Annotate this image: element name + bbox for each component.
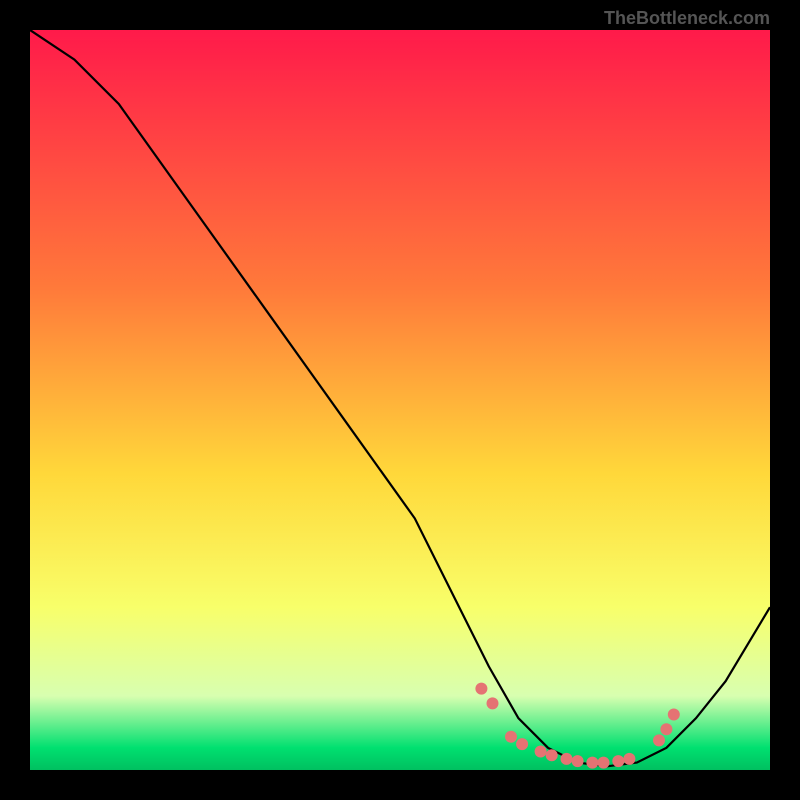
data-dot	[475, 683, 487, 695]
data-dot	[598, 757, 610, 769]
data-dot	[660, 723, 672, 735]
data-dot	[546, 749, 558, 761]
data-dot	[623, 753, 635, 765]
gradient-background	[30, 30, 770, 770]
data-dot	[561, 753, 573, 765]
attribution-label: TheBottleneck.com	[604, 8, 770, 29]
data-dot	[535, 746, 547, 758]
data-dot	[586, 757, 598, 769]
data-dot	[572, 755, 584, 767]
chart-frame	[30, 30, 770, 770]
data-dot	[668, 709, 680, 721]
data-dot	[487, 697, 499, 709]
data-dot	[612, 755, 624, 767]
data-dot	[505, 731, 517, 743]
data-dot	[516, 738, 528, 750]
bottleneck-chart	[30, 30, 770, 770]
data-dot	[653, 734, 665, 746]
